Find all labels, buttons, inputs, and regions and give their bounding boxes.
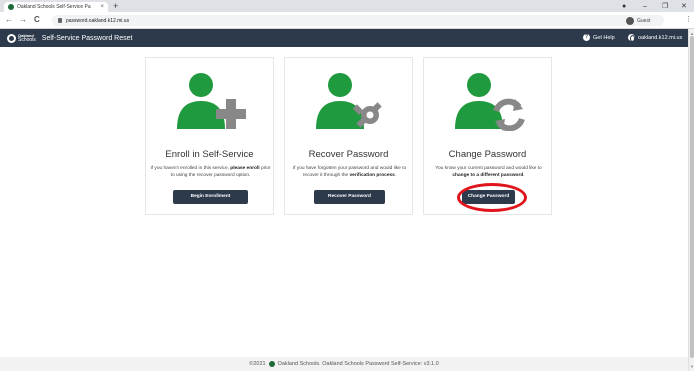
help-icon: ? [583, 34, 590, 41]
tab-close-icon[interactable]: × [100, 4, 104, 10]
scroll-thumb[interactable] [690, 36, 694, 358]
profile-avatar-icon [626, 16, 634, 25]
favicon-icon [8, 4, 14, 10]
logo-line2: Schools [18, 37, 36, 43]
url-text: password.oakland.k12.mi.us [66, 17, 130, 24]
maximize-button[interactable]: ❐ [662, 0, 668, 12]
user-plus-icon [177, 73, 246, 129]
footer: ©2021 Oakland Schools. Oakland Schools P… [0, 357, 688, 371]
highlight-ellipse [457, 183, 527, 212]
page-scrollbar[interactable]: ▲ ▼ [688, 29, 694, 371]
card-title: Enroll in Self-Service [165, 149, 254, 160]
main-content: Enroll in Self-Service If you haven't en… [0, 47, 688, 357]
footer-copyright: ©2021 [249, 361, 266, 367]
get-help-label: Get Help [593, 34, 615, 41]
enroll-card: Enroll in Self-Service If you haven't en… [145, 57, 274, 215]
browser-tab[interactable]: Oakland Schools Self-Service Pa × [4, 2, 108, 12]
globe-icon [628, 34, 635, 42]
app-title: Self-Service Password Reset [41, 34, 133, 42]
card-title: Recover Password [308, 149, 389, 160]
guest-label: Guest [637, 17, 651, 24]
logo-icon [7, 33, 16, 43]
browser-tabstrip: Oakland Schools Self-Service Pa × + ● – … [0, 0, 694, 12]
footer-logo-icon [268, 361, 275, 367]
user-sync-icon [455, 73, 525, 131]
window-close-button[interactable]: ✕ [681, 0, 687, 12]
card-description: If you have forgotten your password and … [292, 166, 407, 178]
guest-profile-button[interactable]: Guest [626, 15, 650, 26]
recover-card: Recover Password If you have forgotten y… [284, 57, 413, 215]
scroll-down-icon[interactable]: ▼ [690, 364, 694, 369]
domain-link[interactable]: oakland.k12.mi.us [628, 34, 683, 42]
recover-password-button[interactable]: Recover Password [314, 190, 385, 204]
card-title: Change Password [448, 149, 527, 160]
oakland-schools-logo[interactable]: Oakland Schools [7, 33, 36, 43]
user-wrench-icon [316, 73, 382, 129]
browser-menu-icon[interactable]: ⋮ [685, 15, 692, 23]
minimize-button[interactable]: – [643, 0, 647, 12]
card-description: If you haven't enrolled in this service,… [150, 166, 271, 178]
begin-enrollment-button[interactable]: Begin Enrollment [173, 190, 248, 204]
url-input[interactable]: password.oakland.k12.mi.us [52, 15, 664, 26]
app-header: Oakland Schools Self-Service Password Re… [0, 29, 688, 47]
footer-text: Oakland Schools. Oakland Schools Passwor… [277, 361, 439, 367]
lock-icon [58, 18, 62, 23]
get-help-link[interactable]: ? Get Help [583, 34, 615, 41]
back-button[interactable]: ← [5, 15, 13, 25]
new-tab-button[interactable]: + [113, 1, 118, 11]
reload-button[interactable]: C [34, 15, 40, 25]
card-description: You know your current password and would… [435, 166, 542, 178]
forward-button[interactable]: → [19, 15, 27, 25]
extension-icon[interactable]: ● [622, 0, 626, 12]
address-bar-row: ← → C password.oakland.k12.mi.us Guest ⋮ [0, 12, 694, 29]
domain-label: oakland.k12.mi.us [638, 34, 683, 41]
tab-title: Oakland Schools Self-Service Pa [17, 4, 91, 10]
